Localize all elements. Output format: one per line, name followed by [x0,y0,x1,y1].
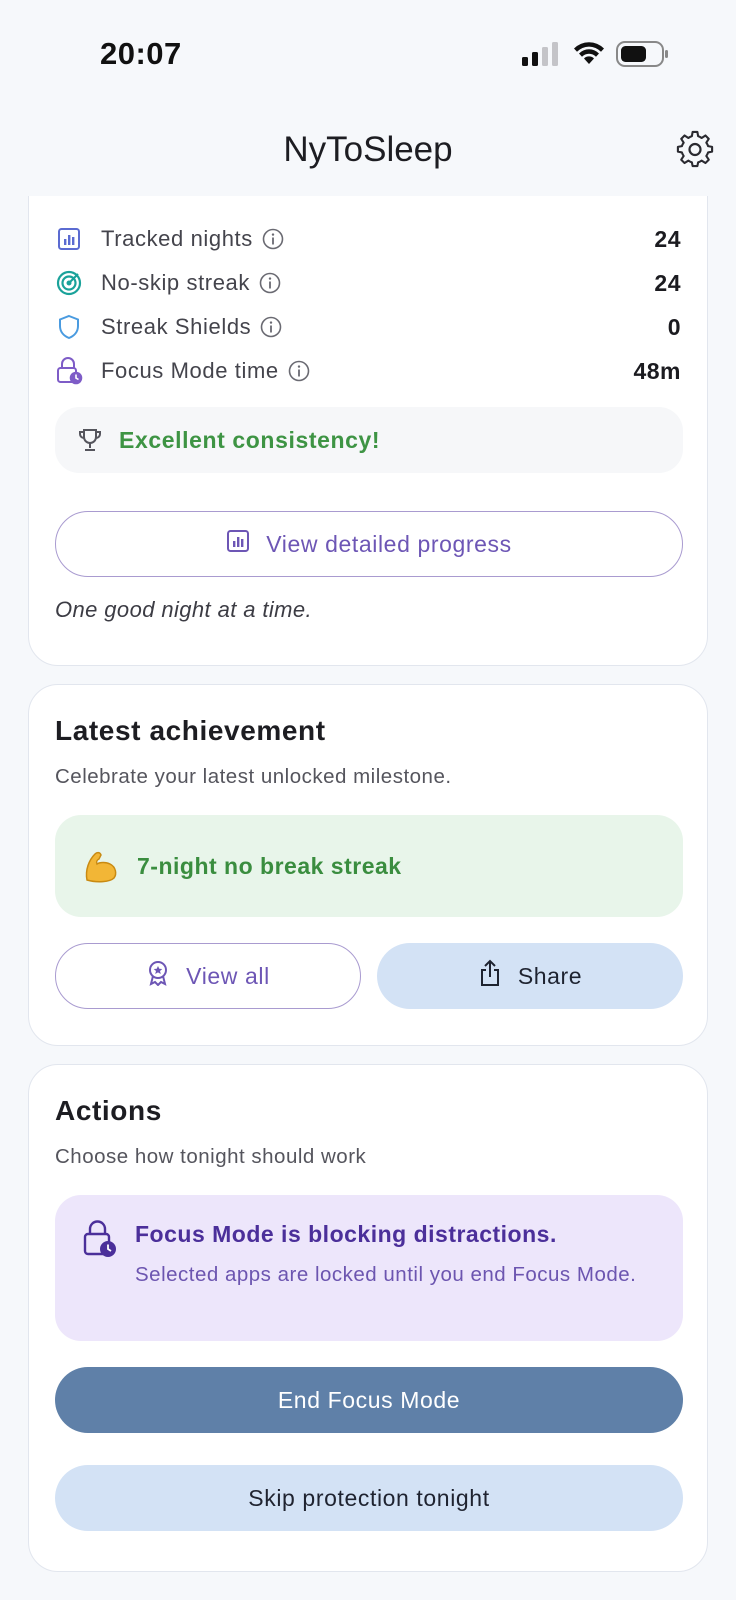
gear-icon[interactable] [676,130,714,168]
stat-label: Tracked nights [101,226,253,251]
actions-subtitle: Choose how tonight should work [55,1145,367,1168]
focus-mode-status: Focus Mode is blocking distractions. Sel… [55,1195,683,1341]
app-screen: 20:07 Tracked nights 24 No-skip streak 2… [0,0,736,1600]
focus-mode-description: Selected apps are locked until you end F… [135,1263,637,1286]
share-button[interactable]: Share [377,943,683,1009]
stat-label: Streak Shields [101,314,252,339]
view-all-button[interactable]: View all [55,943,361,1009]
lock-clock-icon [83,1220,116,1257]
info-icon[interactable] [262,228,284,250]
info-icon[interactable] [260,316,282,338]
stat-row-no-skip-streak: No-skip streak 24 [55,263,681,303]
status-bar: 20:07 [0,0,736,100]
end-focus-mode-button[interactable]: End Focus Mode [55,1367,683,1433]
consistency-banner: Excellent consistency! [55,407,683,473]
wifi-icon [574,42,604,64]
skip-protection-button[interactable]: Skip protection tonight [55,1465,683,1531]
focus-mode-title: Focus Mode is blocking distractions. [135,1221,557,1247]
info-icon[interactable] [288,360,310,382]
flexed-biceps-icon [81,846,121,886]
share-icon [478,959,502,993]
stat-label: Focus Mode time [101,358,279,383]
status-time: 20:07 [100,36,182,71]
actions-card: Actions Choose how tonight should work F… [28,1064,708,1572]
actions-title: Actions [55,1095,162,1126]
view-detailed-progress-button[interactable]: View detailed progress [55,511,683,577]
stats-card: Tracked nights 24 No-skip streak 24 Stre… [28,160,708,666]
shield-icon [55,313,83,341]
achievement-badge-text: 7-night no break streak [137,852,402,879]
bar-chart-icon [226,529,250,559]
app-title: NyToSleep [283,130,453,169]
lock-clock-icon [55,357,83,385]
achievement-title: Latest achievement [55,715,326,746]
battery-icon [616,41,668,67]
achievement-badge: 7-night no break streak [55,815,683,917]
stat-value: 48m [633,357,681,384]
motto-text: One good night at a time. [55,597,313,622]
achievement-subtitle: Celebrate your latest unlocked milestone… [55,765,452,788]
stat-row-tracked-nights: Tracked nights 24 [55,219,681,259]
nav-header: NyToSleep [0,100,736,196]
view-all-label: View all [186,962,270,989]
consistency-text: Excellent consistency! [119,426,381,453]
share-label: Share [517,962,583,989]
trophy-icon [79,429,101,451]
stat-value: 0 [667,313,681,340]
stat-value: 24 [654,225,681,252]
award-icon [146,960,170,992]
info-icon[interactable] [259,272,281,294]
stat-value: 24 [654,269,681,296]
view-detailed-progress-label: View detailed progress [266,530,512,557]
target-icon [55,269,83,297]
stat-label: No-skip streak [101,270,250,295]
stat-row-streak-shields: Streak Shields 0 [55,307,681,347]
stat-row-focus-mode-time: Focus Mode time 48m [55,351,681,391]
bar-chart-icon [55,225,83,253]
cellular-signal-icon [522,42,558,66]
achievement-card: Latest achievement Celebrate your latest… [28,684,708,1046]
